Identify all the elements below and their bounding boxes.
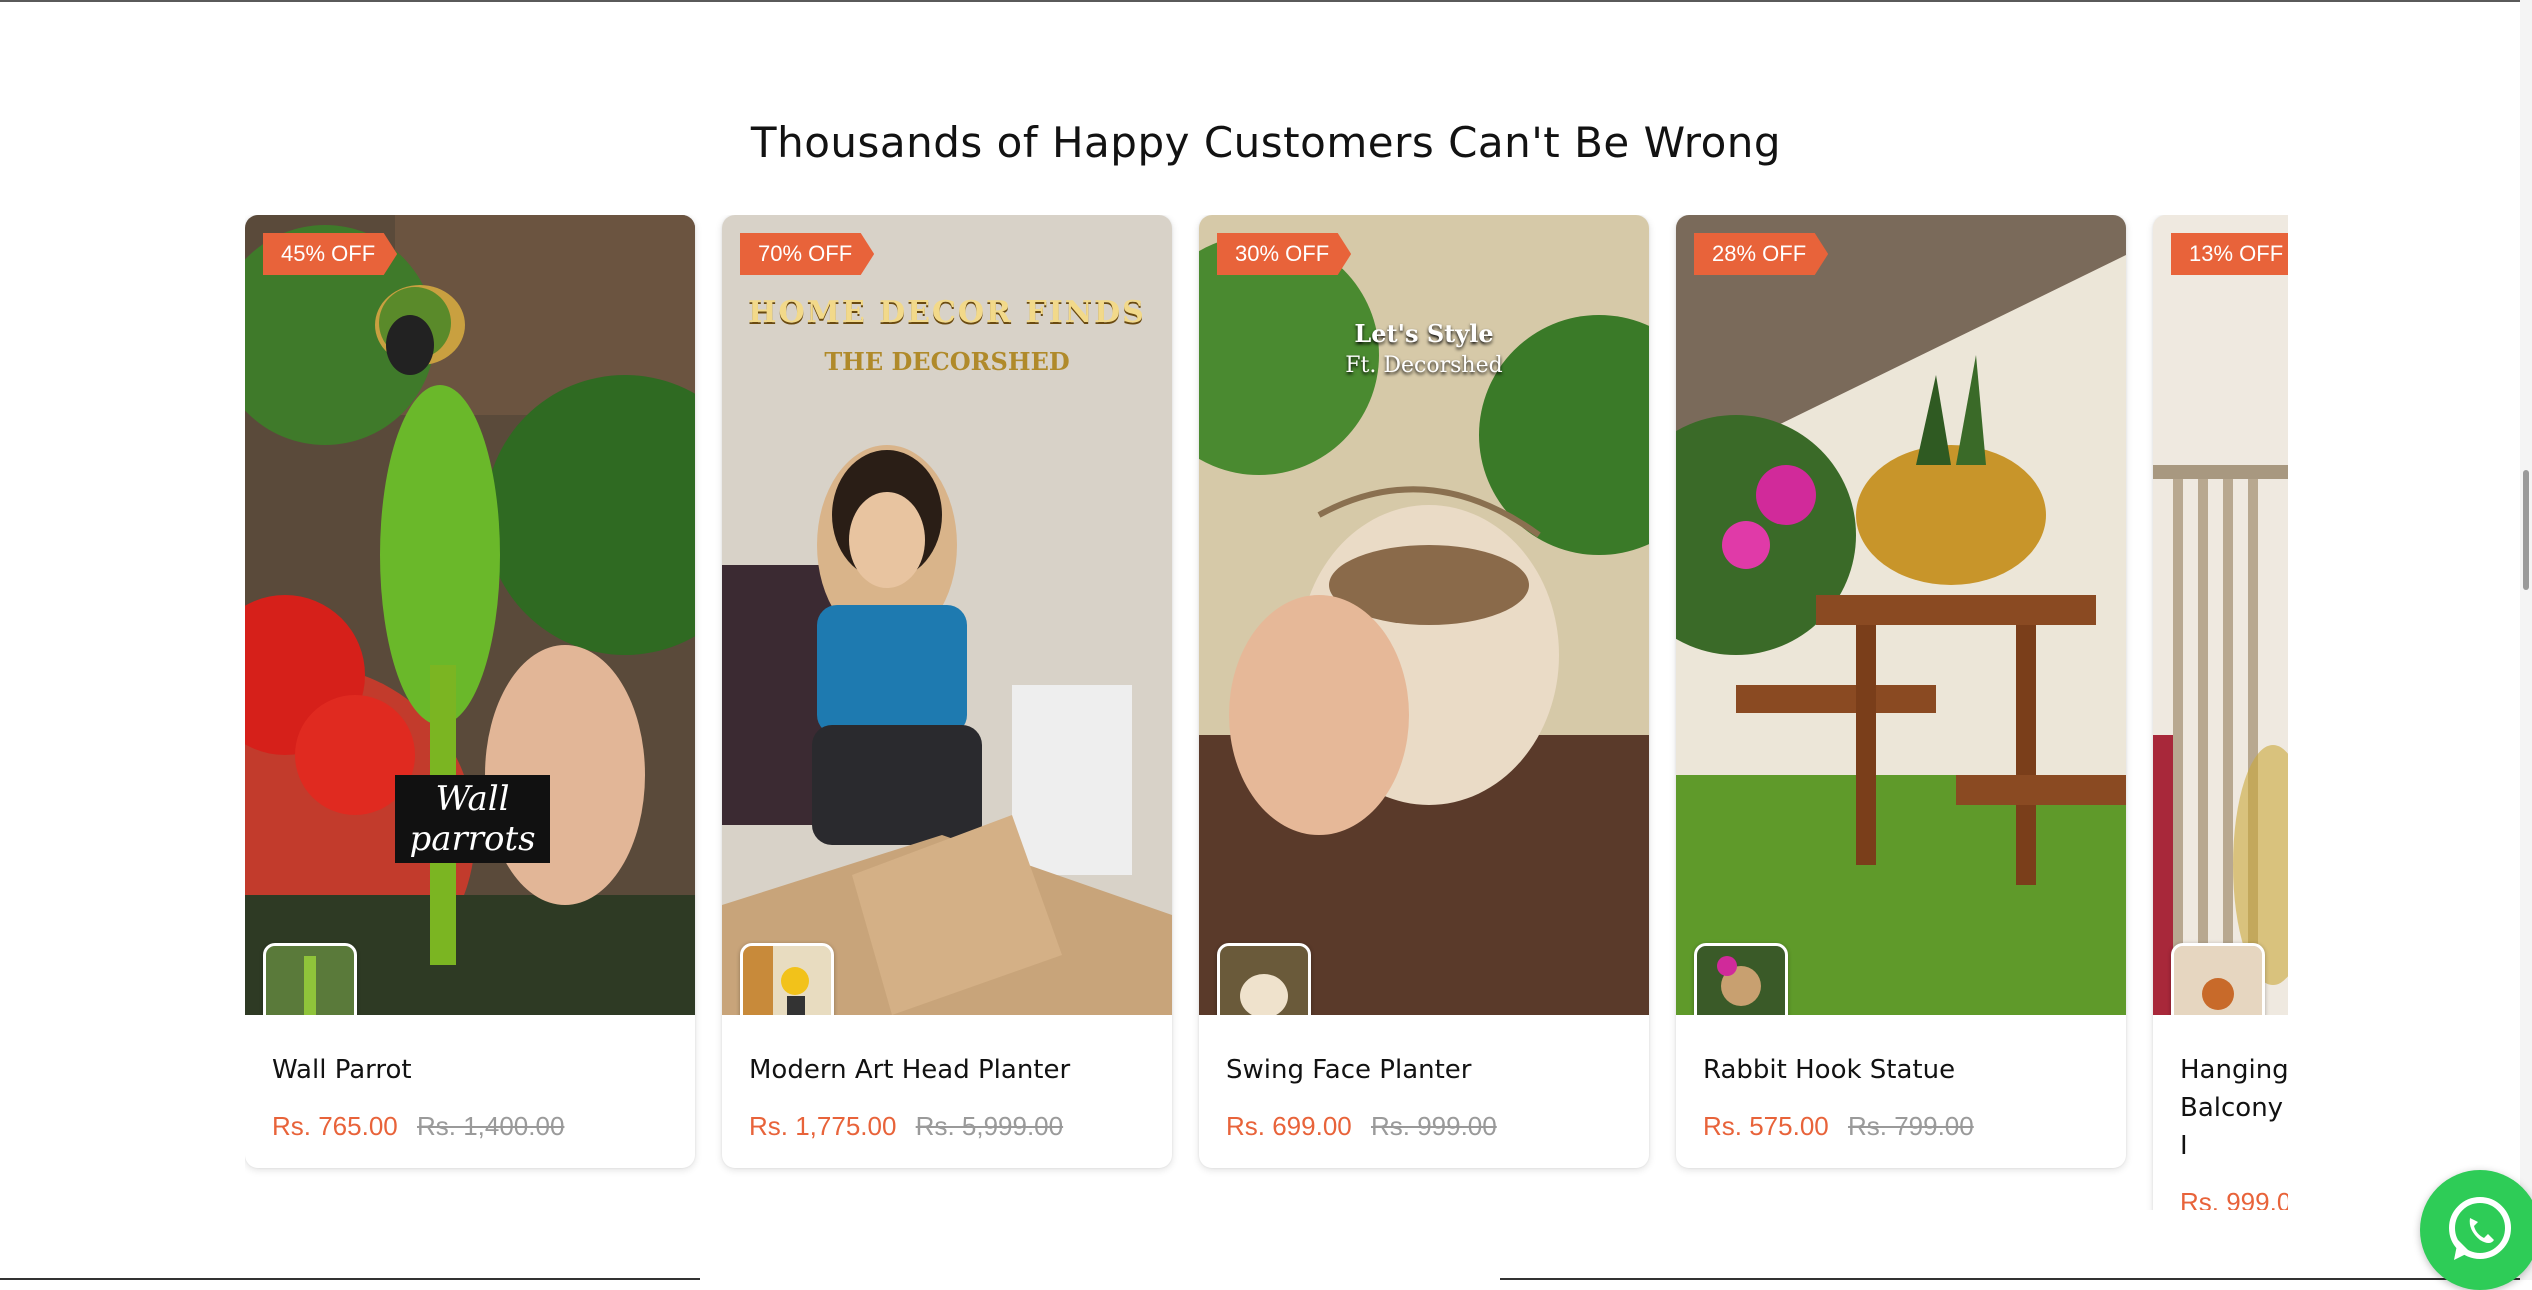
scrollbar[interactable]	[2520, 0, 2532, 1280]
discount-badge: 13% OFF	[2171, 233, 2288, 275]
product-carousel: 45% OFF Wall parrots Wall Parrot Rs. 765…	[245, 215, 2288, 1210]
product-card-swing-face-planter[interactable]: 30% OFF Let's Style Ft. Decorshed Swing …	[1199, 215, 1649, 1168]
compare-price: Rs. 1,400.00	[416, 1111, 565, 1141]
product-name[interactable]: Swing Face Planter	[1226, 1051, 1622, 1089]
product-card-hanging-balcony[interactable]: 13% OFF Hanging Balcony I Rs. 999.0	[2153, 215, 2288, 1210]
product-name[interactable]: Modern Art Head Planter	[749, 1051, 1145, 1089]
product-name[interactable]: Wall Parrot	[272, 1051, 668, 1089]
product-name[interactable]: Hanging Balcony I	[2180, 1051, 2288, 1165]
sale-price: Rs. 765.00	[272, 1111, 398, 1141]
compare-price: Rs. 999.00	[1370, 1111, 1497, 1141]
video-subcaption: THE DECORSHED	[824, 347, 1070, 376]
product-video[interactable]: 45% OFF Wall parrots	[245, 215, 695, 1015]
discount-badge: 28% OFF	[1694, 233, 1829, 275]
video-caption: HOME DECOR FINDS	[748, 295, 1146, 330]
section-title: Thousands of Happy Customers Can't Be Wr…	[750, 118, 1782, 167]
product-thumbnail[interactable]	[263, 943, 357, 1015]
product-thumbnail[interactable]	[1694, 943, 1788, 1015]
top-divider	[0, 0, 2532, 2]
compare-price: Rs. 799.00	[1847, 1111, 1974, 1141]
sale-price: Rs. 699.00	[1226, 1111, 1352, 1141]
product-card-modern-art-head-planter[interactable]: 70% OFF HOME DECOR FINDS THE DECORSHED M…	[722, 215, 1172, 1168]
discount-badge: 30% OFF	[1217, 233, 1352, 275]
whatsapp-icon	[2449, 1197, 2511, 1260]
sale-price: Rs. 575.00	[1703, 1111, 1829, 1141]
video-caption: Wall parrots	[395, 775, 550, 863]
product-card-wall-parrot[interactable]: 45% OFF Wall parrots Wall Parrot Rs. 765…	[245, 215, 695, 1168]
product-thumbnail[interactable]	[1217, 943, 1311, 1015]
video-caption: Let's Style	[1354, 319, 1494, 348]
sale-price: Rs. 1,775.00	[749, 1111, 897, 1141]
product-thumbnail[interactable]	[2171, 943, 2265, 1015]
sale-price: Rs. 999.0	[2180, 1187, 2288, 1210]
compare-price: Rs. 5,999.00	[915, 1111, 1064, 1141]
product-video[interactable]: 28% OFF	[1676, 215, 2126, 1015]
video-subcaption: Ft. Decorshed	[1345, 353, 1503, 378]
discount-badge: 70% OFF	[740, 233, 875, 275]
product-video[interactable]: 70% OFF HOME DECOR FINDS THE DECORSHED	[722, 215, 1172, 1015]
whatsapp-button[interactable]	[2420, 1170, 2532, 1290]
discount-badge: 45% OFF	[263, 233, 398, 275]
product-card-rabbit-hook-statue[interactable]: 28% OFF Rabbit Hook Statue Rs. 575.00 Rs…	[1676, 215, 2126, 1168]
product-video[interactable]: 13% OFF	[2153, 215, 2288, 1015]
product-thumbnail[interactable]	[740, 943, 834, 1015]
scrollbar-thumb[interactable]	[2523, 470, 2529, 590]
product-video[interactable]: 30% OFF Let's Style Ft. Decorshed	[1199, 215, 1649, 1015]
product-name[interactable]: Rabbit Hook Statue	[1703, 1051, 2099, 1089]
